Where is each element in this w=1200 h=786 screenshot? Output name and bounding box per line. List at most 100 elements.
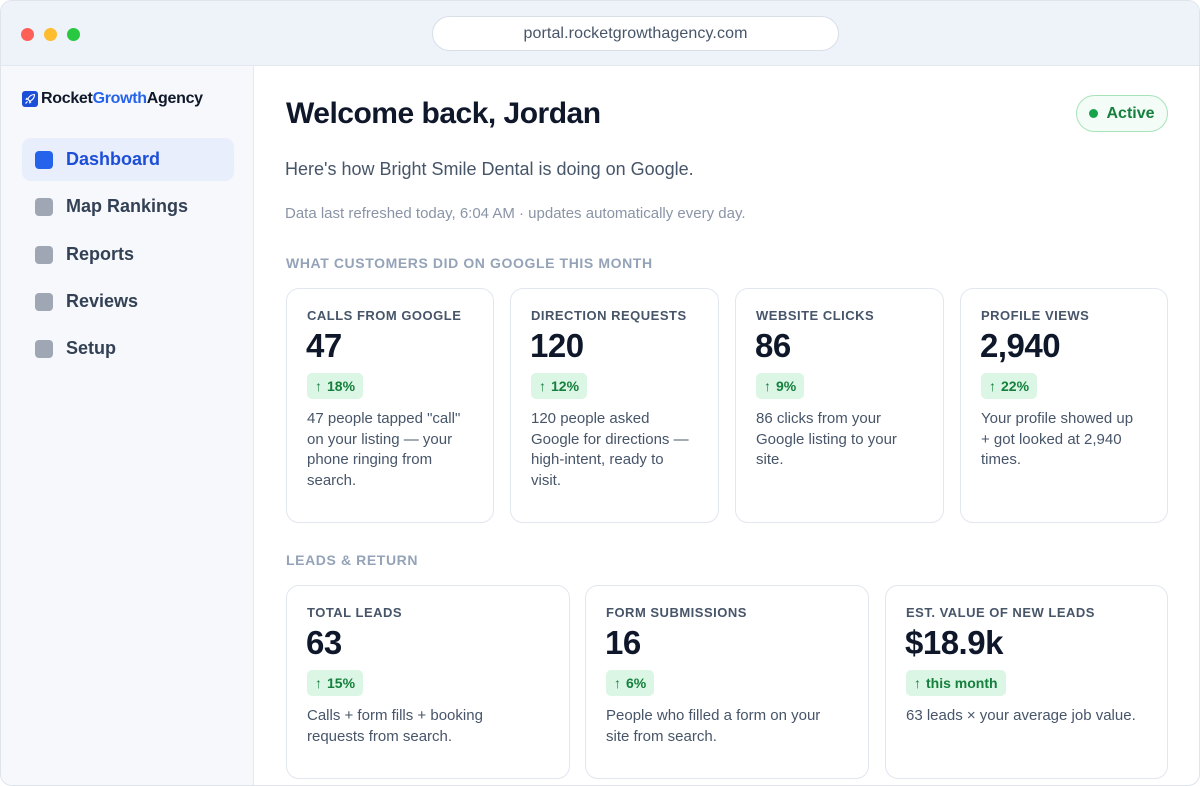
status-dot-icon: [1089, 109, 1099, 118]
brand-name-part1: Rocket: [41, 90, 93, 107]
sidebar-item-label: Setup: [66, 338, 117, 358]
description-line: high-intent, ready to: [531, 451, 664, 468]
description-line: Your profile showed up: [981, 410, 1134, 427]
brand-name: RocketGrowthAgency: [41, 90, 203, 108]
reviews-icon: [35, 292, 53, 311]
metric-card-description: Your profile showed up + got looked at 2…: [981, 409, 1133, 471]
page-title: Welcome back, Jordan: [286, 97, 601, 130]
description-line: Calls + form fills + booking: [307, 707, 483, 724]
metric-card-label: TOTAL LEADS: [307, 605, 403, 620]
description-line: requests from search.: [307, 727, 453, 745]
status-badge: Active: [1076, 95, 1168, 132]
section-title-customers: WHAT CUSTOMERS DID ON GOOGLE THIS MONTH: [286, 255, 653, 271]
brand-name-part3: Agency: [146, 90, 203, 107]
address-bar[interactable]: portal.rocketgrowthagency.com: [432, 16, 839, 51]
metric-card-value: 2,940: [980, 327, 1061, 364]
minimize-window-button[interactable]: [44, 28, 57, 41]
metric-card-label: PROFILE VIEWS: [981, 308, 1090, 323]
description-line: 47 people tapped "call": [307, 410, 461, 427]
trend-badge: ↑ 15%: [307, 670, 364, 696]
description-line: 86 clicks from your: [756, 410, 882, 427]
browser-titlebar: portal.rocketgrowthagency.com: [1, 1, 1199, 66]
metric-card-value: 63: [306, 624, 342, 661]
description-line: phone ringing from: [307, 451, 433, 468]
metric-card-label: FORM SUBMISSIONS: [606, 605, 747, 620]
brand-logo[interactable]: RocketGrowthAgency: [22, 90, 203, 108]
page-subtitle: Here's how Bright Smile Dental is doing …: [285, 159, 694, 179]
close-window-button[interactable]: [21, 28, 34, 41]
trend-badge-label: 18%: [327, 378, 356, 394]
metric-card-total-leads: TOTAL LEADS 63 ↑ 15% Calls + form fills +…: [286, 585, 570, 779]
section-title-leads: LEADS & RETURN: [286, 552, 419, 568]
sidebar-item-reviews[interactable]: Reviews: [22, 280, 234, 323]
metric-card-description: 86 clicks from your Google listing to yo…: [756, 409, 897, 471]
trend-badge-label: 6%: [626, 675, 647, 691]
description-line: site from search.: [606, 727, 717, 745]
trend-badge: ↑ 18%: [307, 373, 364, 399]
map-rankings-icon: [35, 197, 53, 216]
metric-card-value: 86: [755, 327, 791, 364]
metric-card-value: $18.9k: [905, 624, 1003, 661]
metric-card-description: 120 people asked Google for directions —…: [531, 409, 689, 491]
metric-card-label: DIRECTION REQUESTS: [531, 308, 687, 323]
arrow-up-icon: ↑: [614, 675, 621, 691]
sidebar-item-label: Map Rankings: [66, 196, 189, 216]
browser-window: portal.rocketgrowthagency.com RocketGrow…: [0, 0, 1200, 786]
status-badge-label: Active: [1106, 104, 1155, 122]
description-line: People who filled a form on your: [606, 707, 821, 724]
sidebar-item-map-rankings[interactable]: Map Rankings: [22, 185, 234, 228]
arrow-up-icon: ↑: [539, 378, 546, 394]
brand-name-part2: Growth: [92, 90, 148, 107]
metric-card-value: 16: [605, 624, 641, 661]
metric-card-description: Calls + form fills + booking requests fr…: [307, 706, 483, 747]
description-line: visit.: [531, 471, 561, 489]
sidebar-item-reports[interactable]: Reports: [22, 233, 234, 276]
arrow-up-icon: ↑: [989, 378, 996, 394]
description-line: times.: [981, 451, 1022, 468]
trend-badge-label: 15%: [327, 675, 356, 691]
trend-badge: ↑ 22%: [981, 373, 1038, 399]
metric-card-description: 47 people tapped "call" on your listing …: [307, 409, 460, 491]
metric-card-calls: CALLS FROM GOOGLE 47 ↑ 18% 47 people tapp…: [286, 288, 494, 523]
metric-card-website-clicks: WEBSITE CLICKS 86 ↑ 9% 86 clicks from you…: [735, 288, 944, 523]
maximize-window-button[interactable]: [67, 28, 80, 41]
arrow-up-icon: ↑: [764, 378, 771, 394]
trend-badge: ↑ 12%: [531, 373, 588, 399]
metric-card-value: 47: [306, 327, 342, 364]
sidebar-item-label: Dashboard: [66, 149, 161, 169]
address-bar-url: portal.rocketgrowthagency.com: [523, 24, 748, 42]
metric-card-description: 63 leads × your average job value.: [906, 706, 1136, 727]
trend-badge-label: 22%: [1001, 378, 1030, 394]
sidebar-item-dashboard[interactable]: Dashboard: [22, 138, 234, 181]
description-line: 63 leads × your average job value.: [906, 707, 1136, 724]
metric-card-label: CALLS FROM GOOGLE: [307, 308, 462, 323]
description-line: + got looked at 2,940: [981, 430, 1122, 448]
metric-card-description: People who filled a form on your site fr…: [606, 706, 820, 747]
arrow-up-icon: ↑: [914, 675, 921, 691]
arrow-up-icon: ↑: [315, 675, 322, 691]
metric-card-form-submissions: FORM SUBMISSIONS 16 ↑ 6% People who fille…: [585, 585, 869, 779]
metric-card-lead-value: EST. VALUE OF NEW LEADS $18.9k ↑ this mon…: [885, 585, 1168, 779]
trend-badge-label: 12%: [551, 378, 580, 394]
rocket-icon: [22, 91, 38, 107]
trend-badge-label: this month: [926, 675, 998, 691]
sidebar-item-label: Reviews: [66, 291, 139, 311]
description-line: site.: [756, 451, 784, 468]
description-line: search.: [307, 471, 357, 489]
arrow-up-icon: ↑: [315, 378, 322, 394]
reports-icon: [35, 245, 53, 264]
trend-badge: ↑ this month: [906, 670, 1006, 696]
sidebar-item-label: Reports: [66, 244, 135, 264]
metric-card-profile-views: PROFILE VIEWS 2,940 ↑ 22% Your profile sh…: [960, 288, 1168, 523]
trend-badge-label: 9%: [776, 378, 797, 394]
description-line: on your listing — your: [307, 430, 453, 448]
dashboard-icon: [35, 150, 53, 169]
metric-card-value: 120: [530, 327, 584, 364]
metric-card-label: EST. VALUE OF NEW LEADS: [906, 605, 1095, 620]
description-line: Google listing to your: [756, 430, 897, 448]
metric-card-label: WEBSITE CLICKS: [756, 308, 875, 323]
description-line: Google for directions —: [531, 430, 689, 448]
sidebar-item-setup[interactable]: Setup: [22, 327, 234, 370]
metric-card-directions: DIRECTION REQUESTS 120 ↑ 12% 120 people a…: [510, 288, 719, 523]
description-line: 120 people asked: [531, 410, 650, 427]
